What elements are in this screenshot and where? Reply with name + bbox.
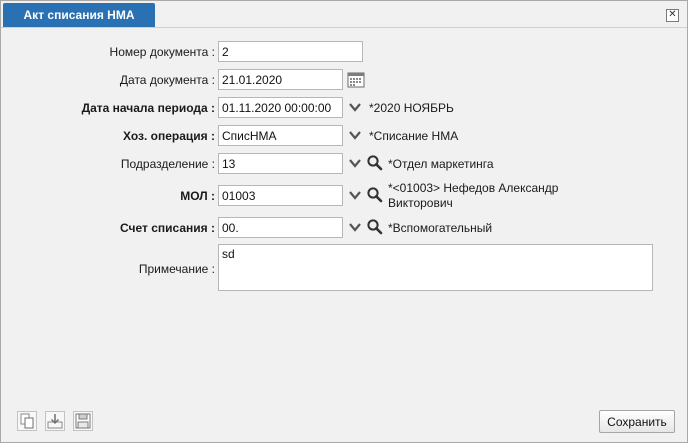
period-start-field[interactable]: [218, 97, 343, 118]
window-tab-title[interactable]: Акт списания НМА: [3, 3, 155, 27]
comment-label: Примечание :: [138, 262, 215, 276]
chevron-down-icon[interactable]: [348, 188, 362, 202]
period-start-label: Дата начала периода :: [81, 101, 215, 115]
chevron-down-icon[interactable]: [348, 156, 362, 170]
chevron-down-icon[interactable]: [348, 128, 362, 142]
mol-note-line2: Викторович: [388, 196, 453, 210]
search-icon[interactable]: [366, 154, 383, 171]
chevron-down-icon[interactable]: [348, 220, 362, 234]
writeoff-account-label: Счет списания :: [120, 221, 215, 235]
copy-button[interactable]: [17, 411, 37, 431]
save-draft-button[interactable]: [73, 411, 93, 431]
chevron-down-icon[interactable]: [348, 100, 362, 114]
period-start-note: *2020 НОЯБРЬ: [369, 101, 454, 115]
doc-number-field[interactable]: [218, 41, 363, 62]
calendar-icon[interactable]: [347, 71, 365, 88]
operation-label: Хоз. операция :: [123, 129, 215, 143]
search-icon[interactable]: [366, 218, 383, 235]
operation-note: *Списание НМА: [369, 129, 459, 143]
mol-label: МОЛ :: [180, 189, 215, 203]
writeoff-account-note: *Вспомогательный: [388, 221, 493, 235]
mol-field[interactable]: [218, 185, 343, 206]
doc-date-field[interactable]: [218, 69, 343, 90]
dialog-window: Акт списания НМА ✕ Номер документа : Дат…: [0, 0, 688, 443]
doc-number-label: Номер документа :: [109, 45, 215, 59]
comment-textarea[interactable]: sd: [218, 244, 653, 291]
floppy-disk-icon: [75, 413, 91, 429]
department-note: *Отдел маркетинга: [388, 157, 494, 171]
save-button[interactable]: Сохранить: [599, 410, 675, 433]
copy-icon: [20, 413, 34, 429]
mol-note-line1: *<01003> Нефедов Александр: [388, 181, 559, 195]
operation-field[interactable]: [218, 125, 343, 146]
department-label: Подразделение :: [120, 157, 215, 171]
doc-date-label: Дата документа :: [119, 73, 215, 87]
download-icon: [47, 414, 63, 429]
writeoff-account-field[interactable]: [218, 217, 343, 238]
department-field[interactable]: [218, 153, 343, 174]
title-divider: [1, 27, 687, 28]
search-icon[interactable]: [366, 186, 383, 203]
import-button[interactable]: [45, 411, 65, 431]
close-icon[interactable]: ✕: [666, 9, 679, 22]
